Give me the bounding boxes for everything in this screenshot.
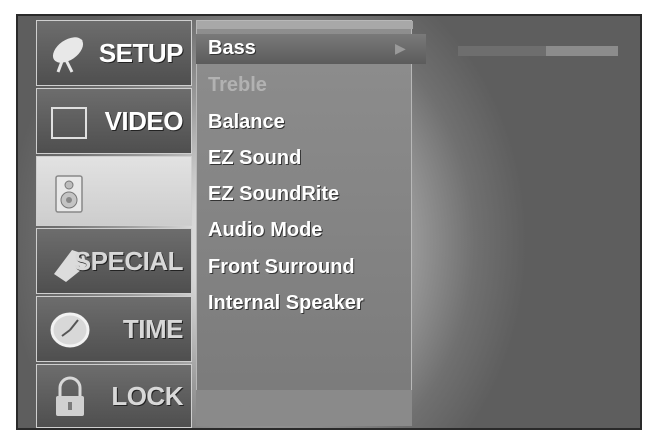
category-label-lock: LOCK bbox=[111, 380, 183, 411]
tv-osd-screen: SETUP VIDEO SPECIAL TIME LOCK Bass ▶ Tre… bbox=[16, 14, 642, 430]
category-lock[interactable]: LOCK bbox=[36, 364, 192, 428]
menu-item-ez-sound[interactable]: EZ Sound bbox=[208, 147, 301, 170]
submenu-arrow-icon: ▶ bbox=[395, 40, 406, 56]
menu-item-balance[interactable]: Balance bbox=[208, 111, 285, 134]
category-label-time: TIME bbox=[122, 313, 184, 344]
prev-button[interactable]: ◄ Prev. bbox=[204, 398, 264, 418]
menu-item-treble[interactable]: Treble bbox=[208, 74, 267, 97]
tv-screen-icon bbox=[47, 99, 93, 145]
menu-top-strip bbox=[197, 21, 413, 29]
menu-item-audio-mode[interactable]: Audio Mode bbox=[208, 219, 322, 242]
bass-level-fill bbox=[458, 46, 546, 56]
speaker-icon bbox=[47, 171, 93, 217]
menu-item-front-surround[interactable]: Front Surround bbox=[208, 256, 355, 279]
menu-item-bass[interactable]: Bass bbox=[208, 37, 256, 60]
category-label-special: SPECIAL bbox=[73, 245, 184, 276]
category-special[interactable]: SPECIAL bbox=[36, 228, 192, 294]
category-setup[interactable]: SETUP bbox=[36, 20, 192, 86]
category-label-setup: SETUP bbox=[98, 37, 184, 68]
category-video[interactable]: VIDEO bbox=[36, 88, 192, 154]
category-audio[interactable] bbox=[36, 156, 192, 226]
category-time[interactable]: TIME bbox=[36, 296, 192, 362]
satellite-dish-icon bbox=[47, 31, 93, 77]
padlock-icon bbox=[47, 375, 93, 421]
category-label-video: VIDEO bbox=[104, 105, 184, 136]
category-sidebar: SETUP VIDEO SPECIAL TIME LOCK bbox=[36, 20, 192, 428]
bass-level-slider[interactable] bbox=[458, 46, 618, 56]
menu-item-internal-speaker[interactable]: Internal Speaker bbox=[208, 292, 364, 315]
clock-icon bbox=[47, 307, 93, 353]
menu-item-ez-soundrite[interactable]: EZ SoundRite bbox=[208, 183, 339, 206]
